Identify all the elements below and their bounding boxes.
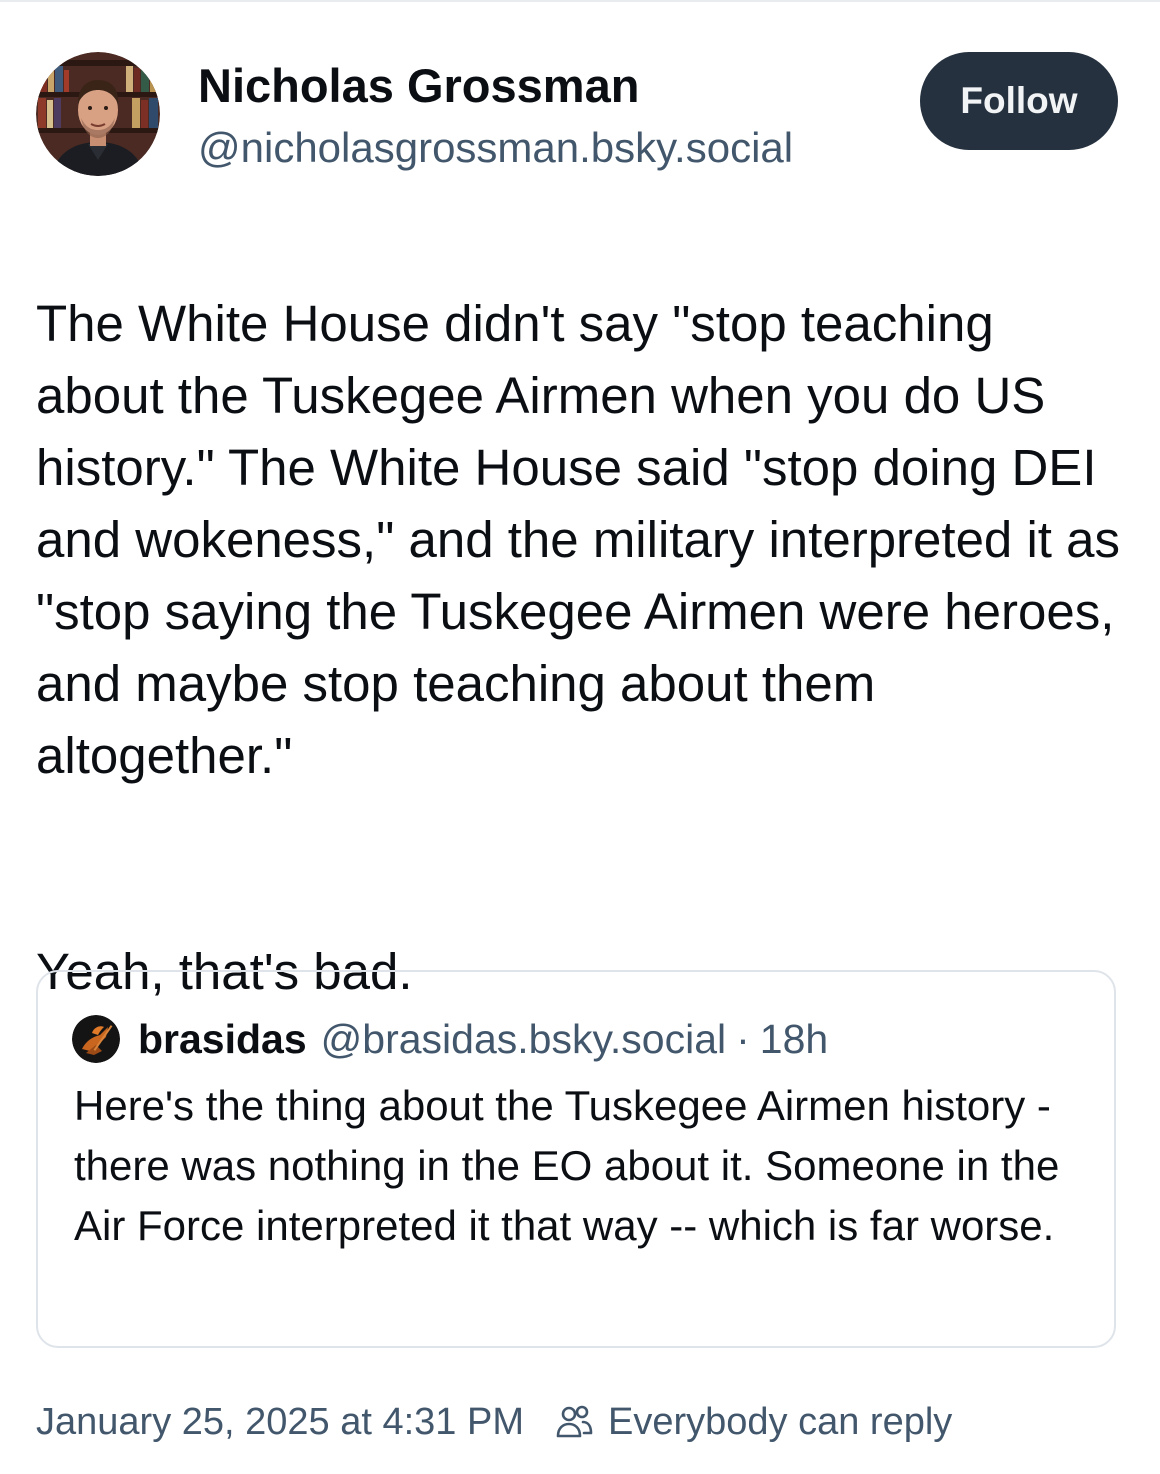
post-timestamp: January 25, 2025 at 4:31 PM <box>36 1400 524 1443</box>
reply-setting[interactable]: Everybody can reply <box>608 1401 952 1444</box>
top-divider <box>0 0 1160 2</box>
people-icon <box>554 1402 594 1442</box>
follow-button[interactable]: Follow <box>920 52 1118 150</box>
profile-photo-icon <box>36 52 160 176</box>
quoted-author-avatar[interactable] <box>72 1015 120 1063</box>
quoted-author-handle[interactable]: @brasidas.bsky.social <box>321 1016 726 1063</box>
meta-separator: · <box>736 1015 750 1062</box>
quoted-author-name[interactable]: brasidas <box>138 1016 307 1063</box>
quoted-post-header: brasidas @brasidas.bsky.social · 18h <box>72 1014 828 1064</box>
author-avatar[interactable] <box>36 52 160 176</box>
quoted-post-time[interactable]: 18h <box>760 1016 828 1063</box>
spartan-warrior-avatar-icon <box>72 1015 120 1063</box>
author-handle[interactable]: @nicholasgrossman.bsky.social <box>198 124 793 172</box>
quoted-post-text: Here's the thing about the Tuskegee Airm… <box>74 1082 1060 1249</box>
post-footer: January 25, 2025 at 4:31 PM Everybody ca… <box>36 1396 952 1448</box>
author-name[interactable]: Nicholas Grossman <box>198 58 639 113</box>
post-text: The White House didn't say "stop teachin… <box>36 216 1126 1080</box>
post-paragraph: The White House didn't say "stop teachin… <box>36 295 1120 784</box>
quoted-post[interactable]: brasidas @brasidas.bsky.social · 18h Her… <box>36 970 1116 1348</box>
